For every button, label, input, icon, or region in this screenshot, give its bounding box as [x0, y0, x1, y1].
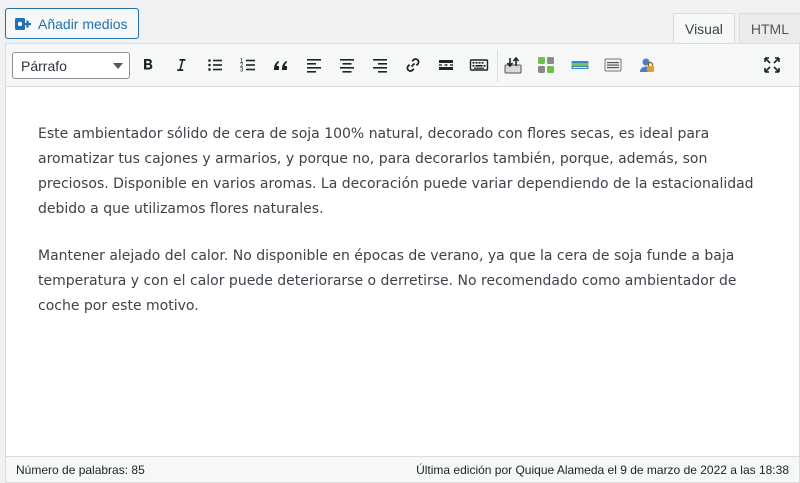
- puzzle-icon: [538, 57, 554, 73]
- toolbar-toggle-button[interactable]: [467, 53, 491, 77]
- content-paragraph[interactable]: Este ambientador sólido de cera de soja …: [38, 122, 768, 222]
- lock-user-icon: [640, 58, 654, 72]
- read-more-icon: [439, 60, 453, 70]
- fullscreen-icon: [764, 57, 780, 73]
- editor-top-bar: Añadir medios Visual HTML: [0, 0, 800, 44]
- chevron-down-icon: [113, 63, 123, 69]
- last-edit-info: Última edición por Quique Alameda el 9 d…: [416, 462, 789, 477]
- align-center-icon: [340, 59, 354, 73]
- plugin-card-button[interactable]: [568, 53, 592, 77]
- quote-icon: [274, 61, 288, 70]
- insert-more-button[interactable]: [434, 53, 458, 77]
- word-count: Número de palabras: 85: [16, 462, 145, 477]
- align-center-button[interactable]: [335, 53, 359, 77]
- bold-icon: [144, 59, 153, 70]
- toolbar-separator: [497, 50, 498, 82]
- tab-visual[interactable]: Visual: [672, 13, 735, 44]
- fullscreen-button[interactable]: [760, 53, 784, 77]
- insert-link-button[interactable]: [401, 53, 425, 77]
- bullet-list-button[interactable]: [203, 53, 227, 77]
- align-right-button[interactable]: [368, 53, 392, 77]
- plugin-list-button[interactable]: [601, 53, 625, 77]
- numbered-list-icon: 123: [240, 59, 255, 74]
- bold-button[interactable]: [136, 53, 160, 77]
- plugin-puzzle-button[interactable]: [534, 53, 558, 77]
- svg-text:3: 3: [240, 68, 244, 74]
- editor-content[interactable]: Este ambientador sólido de cera de soja …: [38, 122, 768, 341]
- add-media-button[interactable]: Añadir medios: [5, 8, 139, 39]
- add-media-icon: [14, 15, 32, 33]
- plugin-upload-button[interactable]: [501, 53, 525, 77]
- plugin-lock-button[interactable]: [634, 53, 658, 77]
- format-select[interactable]: Párrafo: [12, 52, 130, 79]
- align-left-button[interactable]: [302, 53, 326, 77]
- italic-button[interactable]: [169, 53, 193, 77]
- editor-tabs: Visual HTML: [669, 13, 800, 44]
- format-select-value: Párrafo: [21, 57, 67, 74]
- upload-icon: [504, 56, 522, 74]
- editor-container: Párrafo 123 Este ambientador sólido de c…: [5, 43, 800, 483]
- add-media-label: Añadir medios: [38, 15, 128, 32]
- editor-toolbar: Párrafo 123: [6, 44, 799, 87]
- numbered-list-button[interactable]: 123: [236, 53, 260, 77]
- italic-icon: [177, 59, 186, 71]
- content-paragraph[interactable]: Mantener alejado del calor. No disponibl…: [38, 244, 768, 319]
- keyboard-icon: [469, 59, 489, 71]
- link-icon: [406, 58, 420, 72]
- card-icon: [571, 61, 589, 69]
- align-left-icon: [307, 59, 321, 73]
- bullet-list-icon: [208, 59, 222, 71]
- align-right-icon: [373, 59, 387, 73]
- list-box-icon: [604, 58, 622, 72]
- blockquote-button[interactable]: [269, 53, 293, 77]
- status-bar: Número de palabras: 85 Última edición po…: [6, 456, 799, 482]
- tab-html[interactable]: HTML: [738, 13, 800, 44]
